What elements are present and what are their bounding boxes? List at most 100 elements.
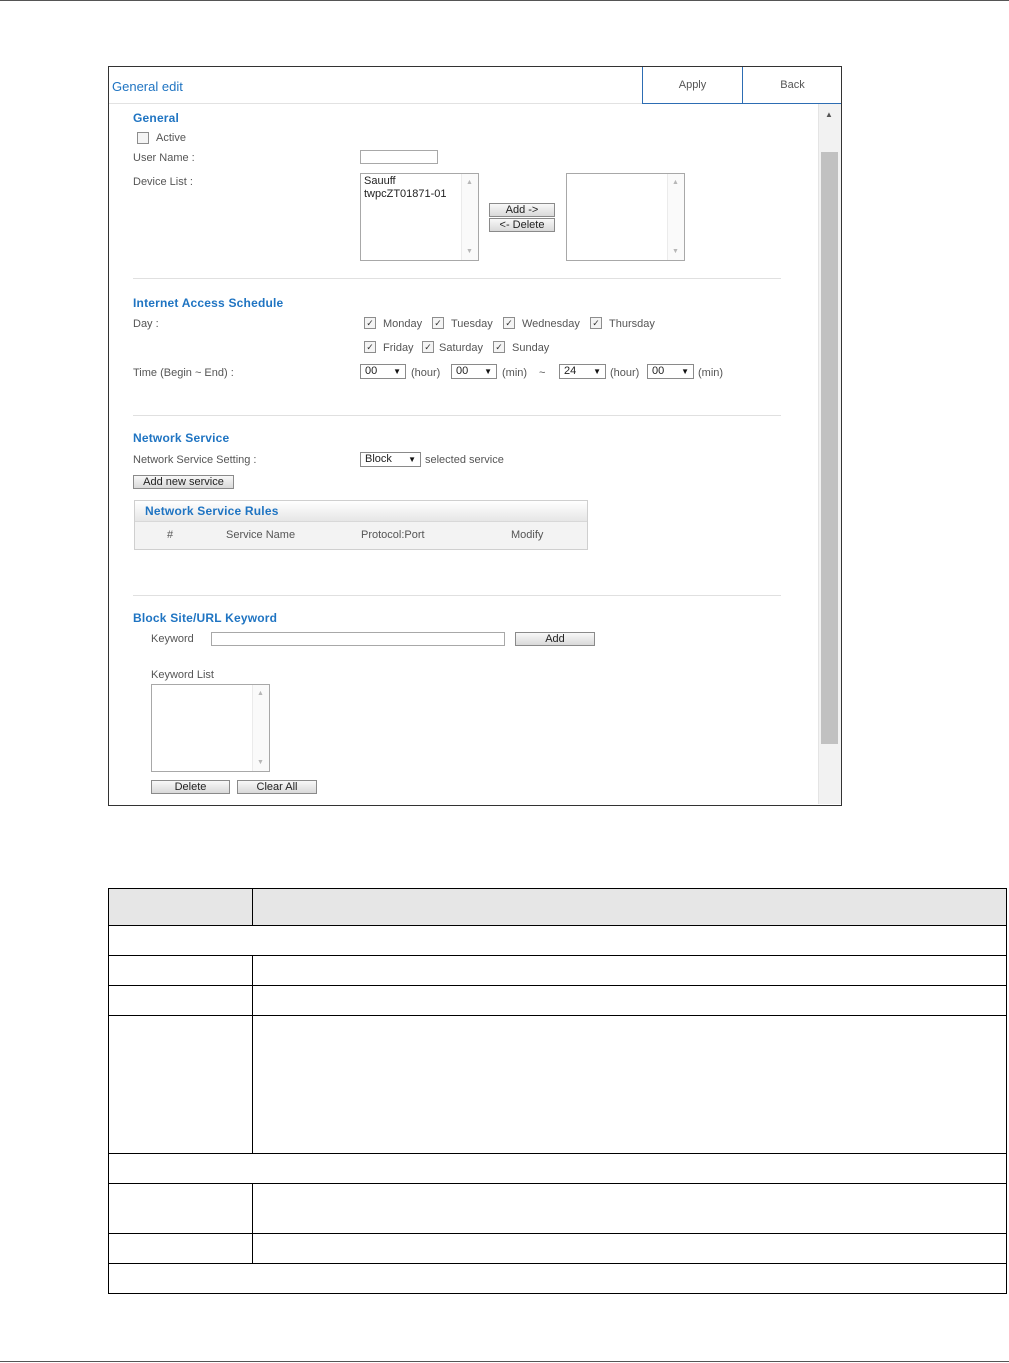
keyword-input[interactable] <box>211 632 505 646</box>
rules-table-header: Network Service Rules <box>135 501 587 522</box>
column-header-protocol-port: Protocol:Port <box>361 529 425 541</box>
back-button[interactable]: Back <box>742 67 841 104</box>
table-cell <box>109 1016 253 1153</box>
general-section-title: General <box>133 111 180 125</box>
column-header-service-name: Service Name <box>226 529 296 541</box>
clear-all-button[interactable]: Clear All <box>237 780 317 794</box>
add-new-service-button[interactable]: Add new service <box>133 475 234 489</box>
chevron-down-icon: ▼ <box>393 367 401 376</box>
end-min-value: 00 <box>652 365 665 377</box>
device-list-box[interactable]: Sauuff twpcZT01871-01 ▲ ▼ <box>360 173 479 261</box>
table-row <box>109 1183 1006 1233</box>
section-divider <box>133 415 781 416</box>
table-cell <box>109 1184 253 1233</box>
saturday-checkbox[interactable]: ✓ <box>422 341 434 353</box>
tuesday-checkbox[interactable]: ✓ <box>432 317 444 329</box>
rules-table-title: Network Service Rules <box>145 504 279 518</box>
scroll-down-icon[interactable]: ▼ <box>672 248 679 255</box>
column-header-number: # <box>167 529 174 541</box>
scroll-up-icon[interactable]: ▲ <box>466 179 473 186</box>
selected-device-list-box[interactable]: ▲ ▼ <box>566 173 685 261</box>
wednesday-label: Wednesday <box>522 318 580 330</box>
begin-hour-value: 00 <box>365 365 378 377</box>
scroll-up-icon[interactable]: ▲ <box>257 690 264 697</box>
wednesday-checkbox[interactable]: ✓ <box>503 317 515 329</box>
scroll-up-icon[interactable]: ▲ <box>825 110 833 119</box>
table-row <box>109 925 1006 955</box>
keyword-label: Keyword <box>151 633 194 645</box>
apply-button[interactable]: Apply <box>642 67 742 104</box>
tuesday-label: Tuesday <box>451 318 493 330</box>
table-row <box>109 1263 1006 1293</box>
chevron-down-icon: ▼ <box>408 455 416 464</box>
delete-keyword-button[interactable]: Delete <box>151 780 230 794</box>
scroll-down-icon[interactable]: ▼ <box>466 248 473 255</box>
device-list-label: Device List : <box>133 176 193 188</box>
min-unit-label: (min) <box>698 367 724 379</box>
selected-list-scrollbar[interactable]: ▲ ▼ <box>667 174 684 260</box>
section-divider <box>133 278 781 279</box>
scroll-down-icon[interactable]: ▼ <box>257 759 264 766</box>
schedule-section-title: Internet Access Schedule <box>133 296 284 310</box>
chevron-down-icon: ▼ <box>681 367 689 376</box>
network-service-setting-label: Network Service Setting : <box>133 454 257 466</box>
friday-checkbox[interactable]: ✓ <box>364 341 376 353</box>
thursday-label: Thursday <box>609 318 655 330</box>
keyword-list-label: Keyword List <box>151 669 214 681</box>
table-cell <box>109 1234 253 1263</box>
dialog-scrollbar[interactable]: ▲ <box>818 104 841 804</box>
selected-service-label: selected service <box>425 454 504 466</box>
table-row <box>109 1233 1006 1263</box>
keyword-list-scrollbar[interactable]: ▲ ▼ <box>252 685 269 771</box>
description-table <box>108 888 1007 1294</box>
column-header-modify: Modify <box>511 529 544 541</box>
begin-min-value: 00 <box>456 365 469 377</box>
user-name-input[interactable] <box>360 150 438 164</box>
scroll-up-icon[interactable]: ▲ <box>672 179 679 186</box>
active-checkbox[interactable] <box>137 132 149 144</box>
hour-unit-label: (hour) <box>411 367 441 379</box>
delete-device-button[interactable]: <- Delete <box>489 218 555 232</box>
time-separator: ~ <box>539 367 546 379</box>
section-divider <box>133 595 781 596</box>
table-row <box>109 955 1006 985</box>
add-device-button[interactable]: Add -> <box>489 203 555 217</box>
chevron-down-icon: ▼ <box>593 367 601 376</box>
table-header-cell <box>109 889 253 925</box>
dialog-title: General edit <box>112 79 183 94</box>
friday-label: Friday <box>383 342 414 354</box>
time-label: Time (Begin ~ End) : <box>133 367 234 379</box>
chevron-down-icon: ▼ <box>484 367 492 376</box>
table-row <box>109 1015 1006 1153</box>
day-label: Day : <box>133 318 159 330</box>
page-bottom-rule <box>0 1361 1009 1362</box>
begin-hour-select[interactable]: 00 ▼ <box>360 364 406 379</box>
monday-label: Monday <box>383 318 423 330</box>
end-hour-select[interactable]: 24 ▼ <box>559 364 606 379</box>
dialog-scrollbar-thumb[interactable] <box>821 152 838 744</box>
sunday-checkbox[interactable]: ✓ <box>493 341 505 353</box>
table-row <box>109 985 1006 1015</box>
general-edit-dialog: General edit Apply Back General Active U… <box>108 66 842 806</box>
dialog-header: General edit Apply Back <box>109 67 841 104</box>
table-header-row <box>109 889 1006 925</box>
network-service-setting-select[interactable]: Block ▼ <box>360 452 421 467</box>
table-cell <box>109 956 253 985</box>
network-service-setting-value: Block <box>365 453 392 465</box>
network-service-section-title: Network Service <box>133 431 230 445</box>
table-cell <box>109 986 253 1015</box>
thursday-checkbox[interactable]: ✓ <box>590 317 602 329</box>
add-keyword-button[interactable]: Add <box>515 632 595 646</box>
sunday-label: Sunday <box>512 342 550 354</box>
min-unit-label: (min) <box>502 367 528 379</box>
device-list-scrollbar[interactable]: ▲ ▼ <box>461 174 478 260</box>
page-top-rule <box>0 0 1009 1</box>
end-min-select[interactable]: 00 ▼ <box>647 364 694 379</box>
table-row <box>109 1153 1006 1183</box>
begin-min-select[interactable]: 00 ▼ <box>451 364 497 379</box>
end-hour-value: 24 <box>564 365 577 377</box>
block-site-section-title: Block Site/URL Keyword <box>133 611 278 625</box>
keyword-list-box[interactable]: ▲ ▼ <box>151 684 270 772</box>
user-name-label: User Name : <box>133 152 195 164</box>
monday-checkbox[interactable]: ✓ <box>364 317 376 329</box>
